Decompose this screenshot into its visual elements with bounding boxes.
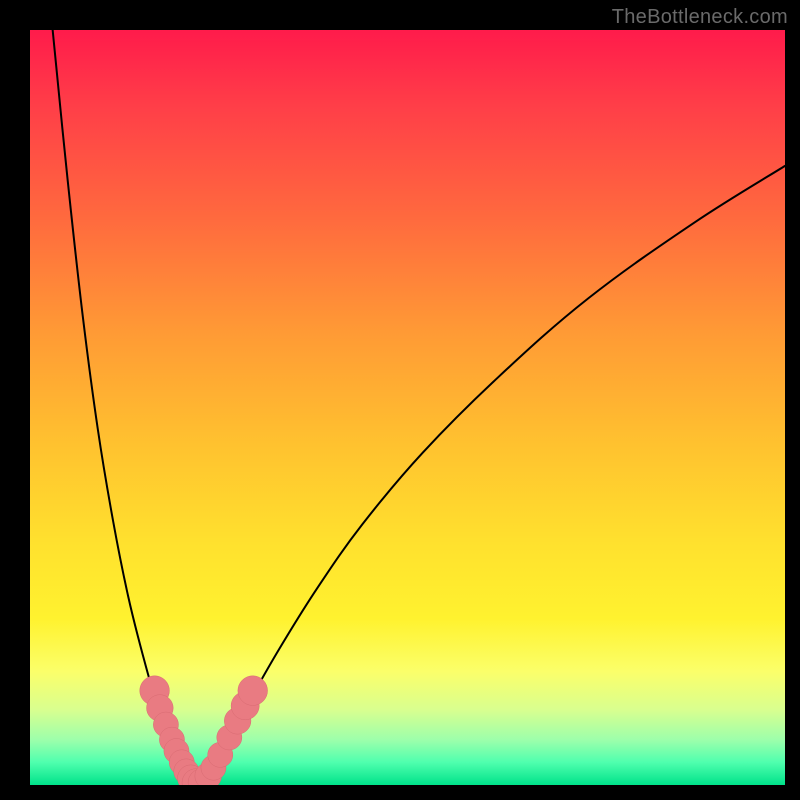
chart-svg <box>30 30 785 785</box>
curve-group <box>53 30 785 785</box>
watermark-text: TheBottleneck.com <box>612 6 788 29</box>
right-branch-curve <box>198 166 785 785</box>
left-branch-curve <box>53 30 199 785</box>
chart-frame: TheBottleneck.com <box>0 0 800 800</box>
data-marker <box>238 676 268 706</box>
marker-group <box>140 676 268 785</box>
plot-area <box>30 30 785 785</box>
